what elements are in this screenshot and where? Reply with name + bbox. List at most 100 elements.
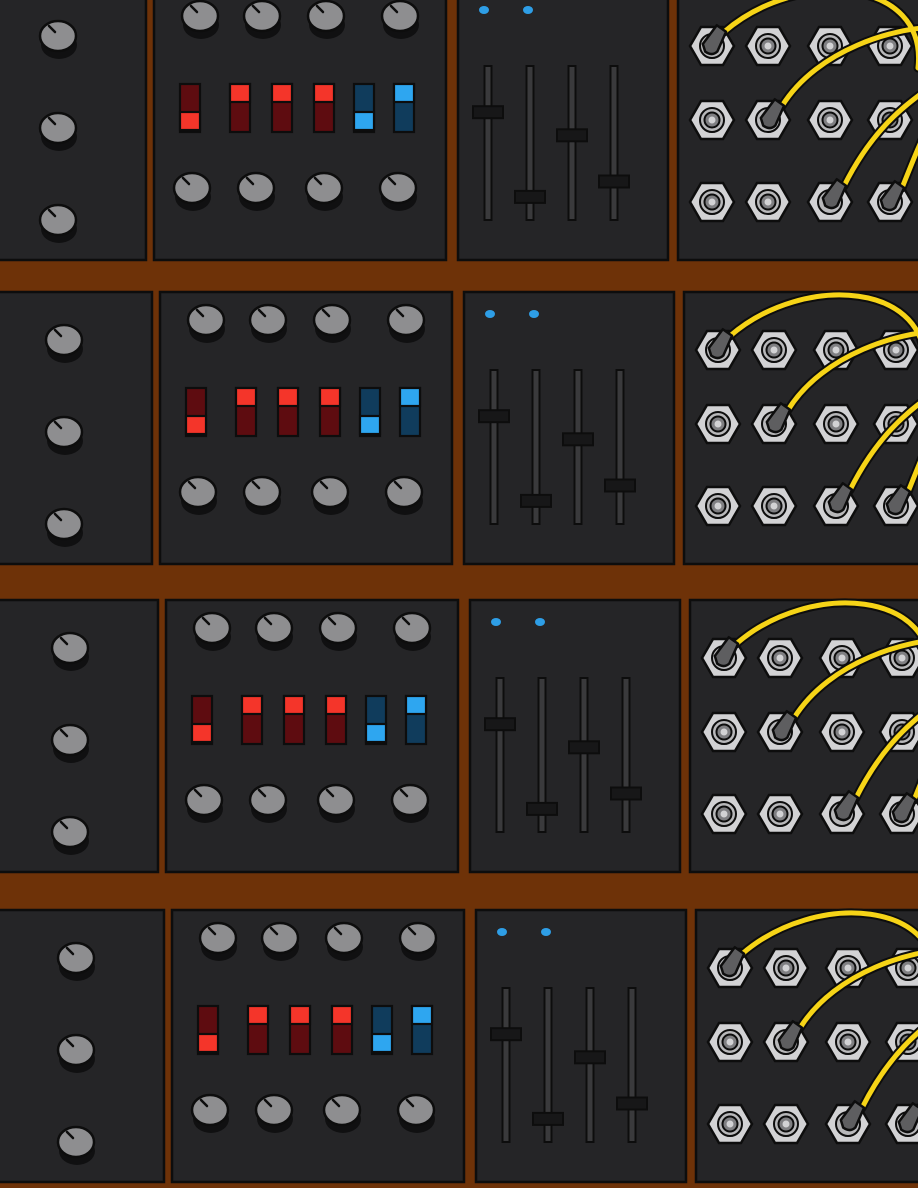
knob[interactable]	[178, 475, 219, 517]
knob[interactable]	[254, 611, 295, 653]
fader-cap[interactable]	[490, 1027, 522, 1042]
red-toggle-switch[interactable]	[312, 82, 336, 134]
patch-jack[interactable]	[824, 1021, 872, 1063]
red-toggle-switch[interactable]	[178, 82, 202, 134]
patch-jack[interactable]	[688, 181, 736, 223]
knob[interactable]	[396, 1093, 437, 1135]
fader-cap[interactable]	[616, 1096, 648, 1111]
red-toggle-switch[interactable]	[184, 386, 208, 438]
knob[interactable]	[192, 611, 233, 653]
knob[interactable]	[398, 921, 439, 963]
fader-cap[interactable]	[520, 493, 552, 508]
red-toggle-switch[interactable]	[240, 694, 264, 746]
knob[interactable]	[38, 203, 79, 245]
knob[interactable]	[324, 921, 365, 963]
knob[interactable]	[242, 0, 283, 41]
patch-jack[interactable]	[756, 793, 804, 835]
fader-cap[interactable]	[484, 717, 516, 732]
red-toggle-switch[interactable]	[324, 694, 348, 746]
knob[interactable]	[50, 631, 91, 673]
fader-cap[interactable]	[562, 432, 594, 447]
red-toggle-switch[interactable]	[318, 386, 342, 438]
blue-toggle-switch[interactable]	[370, 1004, 394, 1056]
patch-jack[interactable]	[700, 711, 748, 753]
blue-toggle-switch[interactable]	[358, 386, 382, 438]
fader-cap[interactable]	[532, 1111, 564, 1126]
red-toggle-switch[interactable]	[228, 82, 252, 134]
patch-jack[interactable]	[812, 403, 860, 445]
knob[interactable]	[184, 783, 225, 825]
patch-jack[interactable]	[756, 637, 804, 679]
patch-jack[interactable]	[744, 25, 792, 67]
red-toggle-switch[interactable]	[234, 386, 258, 438]
blue-toggle-switch[interactable]	[392, 82, 416, 134]
patch-jack[interactable]	[744, 181, 792, 223]
knob[interactable]	[248, 303, 289, 345]
knob[interactable]	[254, 1093, 295, 1135]
red-toggle-switch[interactable]	[282, 694, 306, 746]
red-toggle-switch[interactable]	[288, 1004, 312, 1056]
patch-jack[interactable]	[818, 711, 866, 753]
patch-jack[interactable]	[694, 403, 742, 445]
blue-toggle-switch[interactable]	[398, 386, 422, 438]
knob[interactable]	[186, 303, 227, 345]
red-toggle-switch[interactable]	[270, 82, 294, 134]
red-toggle-switch[interactable]	[330, 1004, 354, 1056]
knob[interactable]	[318, 611, 359, 653]
patch-jack[interactable]	[750, 485, 798, 527]
knob[interactable]	[242, 475, 283, 517]
knob[interactable]	[180, 0, 221, 41]
knob[interactable]	[38, 19, 79, 61]
patch-jack[interactable]	[694, 485, 742, 527]
knob[interactable]	[190, 1093, 231, 1135]
fader-cap[interactable]	[598, 174, 630, 189]
blue-toggle-switch[interactable]	[410, 1004, 434, 1056]
fader-cap[interactable]	[478, 409, 510, 424]
knob[interactable]	[44, 507, 85, 549]
fader-cap[interactable]	[568, 740, 600, 755]
knob[interactable]	[56, 1125, 97, 1167]
knob[interactable]	[56, 1033, 97, 1075]
knob[interactable]	[260, 921, 301, 963]
knob[interactable]	[38, 111, 79, 153]
knob[interactable]	[56, 941, 97, 983]
knob[interactable]	[312, 303, 353, 345]
red-toggle-switch[interactable]	[190, 694, 214, 746]
knob[interactable]	[172, 171, 213, 213]
knob[interactable]	[304, 171, 345, 213]
red-toggle-switch[interactable]	[276, 386, 300, 438]
knob[interactable]	[392, 611, 433, 653]
knob[interactable]	[386, 303, 427, 345]
patch-jack[interactable]	[750, 329, 798, 371]
fader-cap[interactable]	[556, 128, 588, 143]
blue-toggle-switch[interactable]	[404, 694, 428, 746]
knob[interactable]	[198, 921, 239, 963]
red-toggle-switch[interactable]	[196, 1004, 220, 1056]
blue-toggle-switch[interactable]	[352, 82, 376, 134]
knob[interactable]	[384, 475, 425, 517]
knob[interactable]	[44, 415, 85, 457]
knob[interactable]	[316, 783, 357, 825]
knob[interactable]	[322, 1093, 363, 1135]
knob[interactable]	[310, 475, 351, 517]
patch-jack[interactable]	[806, 99, 854, 141]
fader-cap[interactable]	[472, 105, 504, 120]
red-toggle-switch[interactable]	[246, 1004, 270, 1056]
patch-jack[interactable]	[706, 1103, 754, 1145]
fader-cap[interactable]	[610, 786, 642, 801]
knob[interactable]	[306, 0, 347, 41]
fader-cap[interactable]	[514, 189, 546, 204]
knob[interactable]	[248, 783, 289, 825]
knob[interactable]	[44, 323, 85, 365]
fader-cap[interactable]	[526, 801, 558, 816]
fader-cap[interactable]	[604, 478, 636, 493]
fader-cap[interactable]	[574, 1050, 606, 1065]
patch-jack[interactable]	[762, 1103, 810, 1145]
knob[interactable]	[50, 815, 91, 857]
knob[interactable]	[378, 171, 419, 213]
patch-jack[interactable]	[706, 1021, 754, 1063]
patch-jack[interactable]	[762, 947, 810, 989]
knob[interactable]	[380, 0, 421, 41]
blue-toggle-switch[interactable]	[364, 694, 388, 746]
patch-jack[interactable]	[688, 99, 736, 141]
